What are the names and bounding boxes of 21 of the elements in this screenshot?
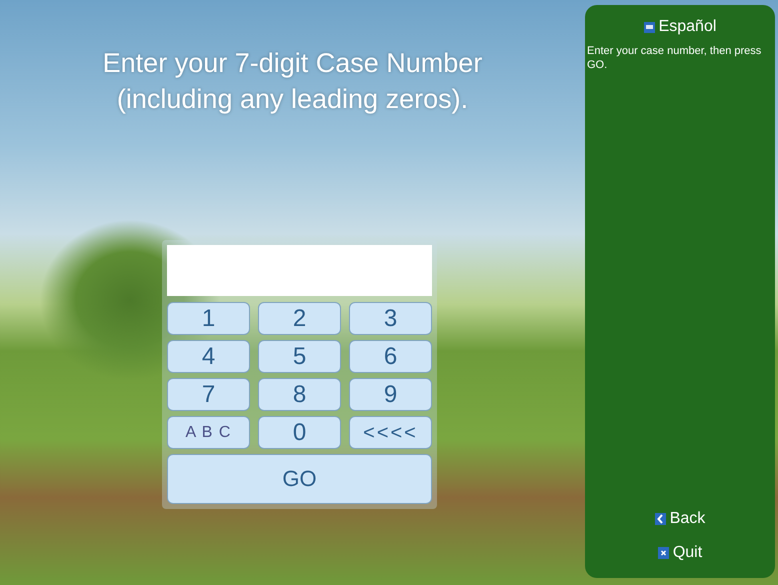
- close-icon: [658, 547, 669, 559]
- digit-key[interactable]: 2: [258, 302, 341, 335]
- digit-key[interactable]: 4: [167, 340, 250, 373]
- digit-key[interactable]: 3: [349, 302, 432, 335]
- language-link[interactable]: Español: [644, 18, 716, 36]
- letters-key[interactable]: A B C: [167, 416, 250, 449]
- digit-key[interactable]: 0: [258, 416, 341, 449]
- quit-button[interactable]: Quit: [658, 544, 702, 562]
- back-button[interactable]: Back: [654, 510, 706, 528]
- case-number-field[interactable]: [167, 245, 432, 296]
- backspace-key[interactable]: <<<<: [349, 416, 432, 449]
- digit-key[interactable]: 9: [349, 378, 432, 411]
- digit-key[interactable]: 1: [167, 302, 250, 335]
- chevron-left-icon: [654, 513, 666, 525]
- digit-key[interactable]: 8: [258, 378, 341, 411]
- digit-key[interactable]: 7: [167, 378, 250, 411]
- digit-key[interactable]: 6: [349, 340, 432, 373]
- go-button[interactable]: GO: [167, 454, 432, 504]
- heading: Enter your 7-digit Case Number (including any leading zeros).: [102, 47, 482, 116]
- digit-key[interactable]: 5: [258, 340, 341, 373]
- instructions-text: Enter your case number, then press GO.: [587, 44, 762, 72]
